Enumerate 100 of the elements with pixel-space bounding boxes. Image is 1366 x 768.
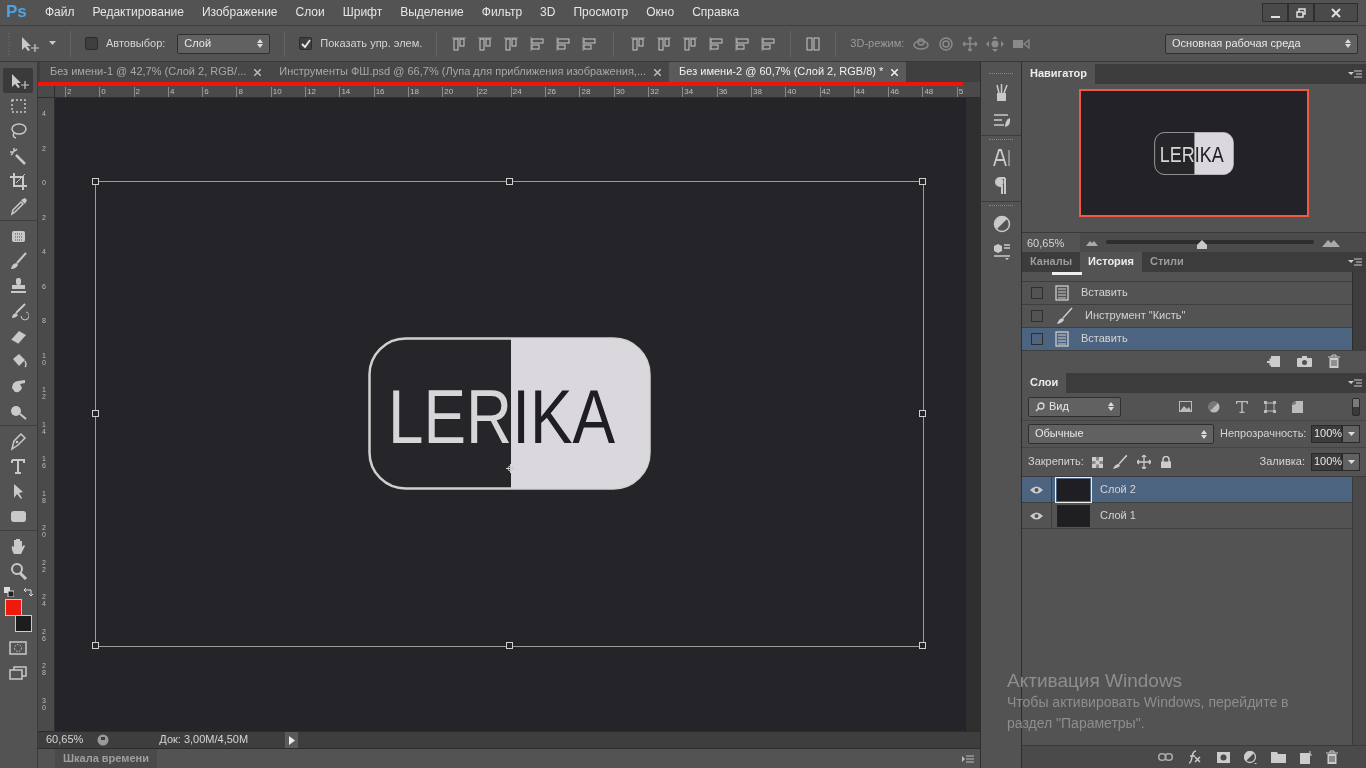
background-swatch[interactable]: [15, 615, 32, 632]
effects-icon[interactable]: [1187, 750, 1203, 764]
lock-pixels-icon[interactable]: [1091, 456, 1103, 468]
restore-button[interactable]: [1288, 3, 1314, 22]
new-layer-icon[interactable]: [1300, 750, 1312, 764]
trash-icon[interactable]: [1328, 354, 1340, 368]
status-menu-button[interactable]: [285, 732, 299, 748]
panel-menu-icon[interactable]: [1348, 379, 1362, 387]
status-icon[interactable]: [97, 734, 110, 746]
align-icon[interactable]: [477, 35, 494, 52]
link-icon[interactable]: [1158, 753, 1173, 761]
align-icon[interactable]: [529, 35, 546, 52]
slider-thumb[interactable]: [1196, 239, 1207, 249]
checkbox[interactable]: [299, 37, 313, 50]
panel-tab[interactable]: Каналы: [1022, 252, 1081, 272]
smart-object-filter-icon[interactable]: [1292, 400, 1303, 413]
document-tab[interactable]: Без имени-1 @ 42,7% (Слой 2, RGB/...: [40, 62, 270, 82]
workspace-select[interactable]: Основная рабочая среда: [1165, 33, 1358, 54]
transform-box[interactable]: [95, 181, 924, 647]
new-document-icon[interactable]: [1267, 354, 1281, 368]
scrollbar[interactable]: [1352, 477, 1366, 745]
scrollbar[interactable]: [965, 98, 980, 731]
folder-icon[interactable]: [1271, 751, 1286, 763]
filter-select[interactable]: Вид: [1028, 396, 1121, 417]
close-button[interactable]: [1314, 3, 1358, 22]
adjustment-layer-icon[interactable]: [1244, 750, 1257, 764]
image-filter-icon[interactable]: [1179, 401, 1192, 412]
transform-handle[interactable]: [919, 642, 926, 649]
align-icon[interactable]: [682, 35, 699, 52]
fill-field[interactable]: 100%: [1311, 453, 1342, 471]
move-arrows-icon[interactable]: [1136, 455, 1151, 469]
dropdown-button[interactable]: [1342, 453, 1360, 471]
panel-menu-icon[interactable]: [1348, 70, 1362, 78]
panel-tab[interactable]: История: [1080, 252, 1142, 272]
menu-item[interactable]: Файл: [36, 5, 84, 20]
menu-item[interactable]: Окно: [637, 5, 684, 20]
align-icon[interactable]: [656, 35, 673, 52]
swap-arrows-icon[interactable]: [23, 587, 33, 597]
align-icon[interactable]: [555, 35, 572, 52]
document-tab[interactable]: Без имени-2 @ 60,7% (Слой 2, RGB/8) *: [669, 62, 907, 82]
menu-item[interactable]: Шрифт: [333, 5, 392, 20]
filter-toggle[interactable]: [1352, 397, 1360, 416]
zoom-in-icon[interactable]: [1322, 238, 1340, 247]
menu-item[interactable]: 3D: [531, 5, 565, 20]
transform-handle[interactable]: [92, 642, 99, 649]
caret-icon[interactable]: [49, 41, 56, 46]
distribute-icon[interactable]: [805, 35, 822, 52]
menu-item[interactable]: Просмотр: [564, 5, 638, 20]
panel-menu-icon[interactable]: [1348, 258, 1362, 266]
opacity-field[interactable]: 100%: [1311, 425, 1342, 443]
transform-handle[interactable]: [505, 178, 513, 185]
zoom-out-icon[interactable]: [1086, 239, 1098, 246]
transform-handle[interactable]: [505, 642, 513, 649]
mask-icon[interactable]: [1217, 751, 1230, 763]
align-icon[interactable]: [503, 35, 520, 52]
layer-row[interactable]: Слой 1: [1022, 503, 1352, 529]
history-item[interactable]: Вставить: [1022, 328, 1352, 351]
foreground-swatch[interactable]: [5, 599, 22, 616]
document-tab[interactable]: Инструменты ФШ.psd @ 66,7% (Лупа для приближения изображения,...: [269, 62, 670, 82]
transform-handle[interactable]: [92, 178, 99, 185]
menu-item[interactable]: Слои: [286, 5, 334, 20]
align-icon[interactable]: [581, 35, 598, 52]
trash-icon[interactable]: [1326, 750, 1338, 764]
align-icon[interactable]: [451, 35, 468, 52]
align-icon[interactable]: [630, 35, 647, 52]
timeline-tab[interactable]: Шкала времени: [55, 749, 157, 768]
transform-handle[interactable]: [919, 410, 926, 417]
transform-handle[interactable]: [919, 178, 926, 185]
checkbox[interactable]: [85, 37, 98, 50]
minimize-button[interactable]: [1262, 3, 1288, 22]
panel-menu-icon[interactable]: [962, 755, 974, 763]
close-icon[interactable]: [654, 68, 662, 76]
blend-mode-select[interactable]: Обычные: [1028, 424, 1214, 444]
layer-row[interactable]: Слой 2: [1022, 477, 1352, 503]
panel-tab[interactable]: Навигатор: [1022, 64, 1095, 84]
adjustment-filter-icon[interactable]: [1208, 400, 1220, 413]
history-checkbox[interactable]: [1031, 333, 1043, 345]
eye-icon[interactable]: [1030, 511, 1043, 520]
menu-item[interactable]: Справка: [683, 5, 749, 20]
dropdown-button[interactable]: [1342, 425, 1360, 443]
transform-handle[interactable]: [92, 410, 99, 417]
align-icon[interactable]: [708, 35, 725, 52]
align-icon[interactable]: [734, 35, 751, 52]
brush-icon[interactable]: [1112, 455, 1127, 469]
lock-icon[interactable]: [1160, 456, 1171, 468]
tool-button[interactable]: [3, 68, 33, 93]
type-filter-icon[interactable]: [1236, 400, 1248, 413]
close-icon[interactable]: [254, 68, 262, 76]
history-checkbox[interactable]: [1031, 287, 1043, 299]
camera-icon[interactable]: [1297, 355, 1312, 367]
history-checkbox[interactable]: [1031, 310, 1043, 322]
menu-item[interactable]: Редактирование: [83, 5, 193, 20]
default-colors-icon[interactable]: [4, 587, 14, 597]
panel-tab[interactable]: Слои: [1022, 373, 1067, 393]
layer-select[interactable]: Слой: [177, 33, 271, 54]
panel-tab[interactable]: Стили: [1142, 252, 1192, 272]
menu-item[interactable]: Фильтр: [472, 5, 532, 20]
menu-item[interactable]: Изображение: [192, 5, 287, 20]
shape-filter-icon[interactable]: [1264, 400, 1276, 413]
move-tool-icon[interactable]: [19, 34, 41, 53]
